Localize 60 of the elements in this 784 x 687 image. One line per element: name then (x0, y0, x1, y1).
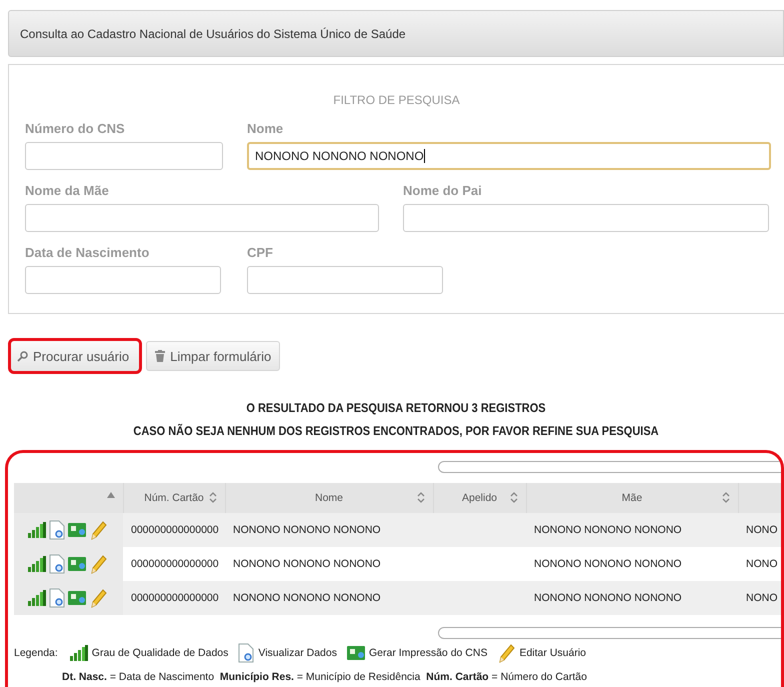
legend-text: Visualizar Dados (258, 647, 337, 659)
table-cell: NONONO NONONO NONONO (233, 592, 381, 604)
legend-text: Editar Usuário (519, 647, 586, 659)
table-cell: NONONO NONONO NONONO (534, 558, 682, 570)
print-card-icon[interactable] (68, 556, 86, 572)
scroll-bar[interactable] (438, 461, 781, 473)
signal-bars-icon (70, 645, 88, 661)
view-icon[interactable] (49, 554, 65, 574)
view-icon[interactable] (49, 520, 65, 540)
clear-button[interactable]: Limpar formulário (146, 341, 280, 371)
search-icon (17, 350, 28, 362)
field-label: Número do CNS (25, 121, 126, 138)
result-message: CASO NÃO SEJA NENHUM DOS REGISTROS ENCONTRADOS, POR FAVOR REFINE SUA PESQUISA (132, 422, 660, 440)
column-header[interactable]: Mãe (526, 483, 738, 513)
table-cell: 000000000000000 (131, 524, 219, 536)
view-icon[interactable] (49, 588, 65, 608)
table-cell: 000000000000000 (131, 592, 219, 604)
edit-icon[interactable] (89, 588, 107, 608)
print-card-icon[interactable] (68, 522, 86, 538)
field-label: CPF (247, 245, 274, 262)
scroll-bar[interactable] (438, 627, 781, 639)
input-field[interactable] (25, 204, 379, 232)
card-icon (347, 645, 365, 661)
column-header[interactable]: Apelido (433, 483, 526, 513)
search-button[interactable]: Procurar usuário (8, 338, 142, 374)
column-header[interactable]: Núm. Cartão (123, 483, 225, 513)
table-cell: NONONO NONONO NONONO (534, 524, 682, 536)
table-cell: NONONO NONONO NONONO (233, 524, 381, 536)
quality-icon[interactable] (28, 590, 46, 606)
result-message: O RESULTADO DA PESQUISA RETORNOU 3 REGISTROS (245, 400, 547, 417)
field-label: Nome (247, 121, 284, 138)
quality-icon[interactable] (28, 522, 46, 538)
table-cell: NONONO NONONO NONONO (534, 592, 682, 604)
input-field[interactable] (25, 142, 223, 170)
pencil-icon (497, 643, 516, 663)
trash-icon (155, 350, 166, 362)
field-label: Nome do Pai (403, 183, 483, 200)
table-cell: NONO (746, 592, 778, 604)
column-header[interactable]: Nome (225, 483, 433, 513)
legend-note: Dt. Nasc. = Data de Nascimento Município Res. = Município de Residência Núm. Cartão = Número do Cartão (62, 671, 588, 683)
table-cell: NONO (746, 558, 778, 570)
field-label: Data de Nascimento (25, 245, 150, 262)
table-cell: NONONO NONONO NONONO (233, 558, 381, 570)
filter-title: FILTRO DE PESQUISA (332, 93, 461, 107)
legend-text: Grau de Qualidade de Dados (92, 647, 228, 659)
table-cell: NONO (746, 524, 778, 536)
input-field[interactable]: NONONO NONONO NONONO (247, 142, 771, 170)
page-title: Consulta ao Cadastro Nacional de Usuários do Sistema Único de Saúde (20, 26, 406, 40)
legend-label: Legenda: (14, 647, 58, 659)
input-field[interactable] (247, 266, 443, 294)
edit-icon[interactable] (89, 554, 107, 574)
input-field[interactable] (403, 204, 769, 232)
legend-text: Gerar Impressão do CNS (369, 647, 488, 659)
table-cell: 000000000000000 (131, 558, 219, 570)
quality-icon[interactable] (28, 556, 46, 572)
edit-icon[interactable] (89, 520, 107, 540)
document-magnifier-icon (238, 643, 254, 663)
print-card-icon[interactable] (68, 590, 86, 606)
input-field[interactable] (25, 266, 221, 294)
field-label: Nome da Mãe (25, 183, 110, 200)
